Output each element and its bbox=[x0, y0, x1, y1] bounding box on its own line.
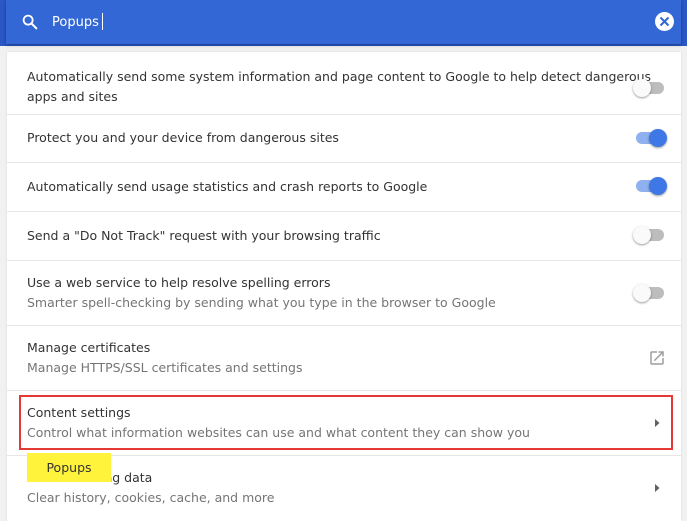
spelling-service-toggle[interactable] bbox=[633, 283, 667, 303]
toggle-knob bbox=[633, 79, 651, 97]
toggle-knob bbox=[633, 226, 651, 244]
setting-subtitle: Control what information websites can us… bbox=[27, 425, 530, 440]
setting-title: Manage certificates bbox=[27, 340, 151, 355]
setting-title: Automatically send some system informati… bbox=[27, 69, 652, 84]
do-not-track-toggle[interactable] bbox=[633, 225, 667, 245]
setting-title-continued: apps and sites bbox=[27, 89, 118, 104]
toggle-knob bbox=[649, 177, 667, 195]
setting-subtitle: Manage HTTPS/SSL certificates and settin… bbox=[27, 360, 303, 375]
setting-row-safe-browsing[interactable]: Protect you and your device from dangero… bbox=[7, 114, 681, 162]
setting-title: Use a web service to help resolve spelli… bbox=[27, 275, 331, 290]
external-link-icon[interactable] bbox=[648, 349, 666, 367]
close-icon bbox=[659, 16, 670, 27]
search-match-bubble: Popups bbox=[27, 453, 111, 482]
setting-row-do-not-track[interactable]: Send a "Do Not Track" request with your … bbox=[7, 211, 681, 260]
search-toolbar bbox=[0, 0, 687, 46]
chevron-right-icon bbox=[655, 419, 660, 427]
setting-title: Send a "Do Not Track" request with your … bbox=[27, 228, 381, 243]
text-cursor bbox=[102, 13, 103, 30]
setting-row-usage-statistics[interactable]: Automatically send usage statistics and … bbox=[7, 162, 681, 211]
setting-subtitle: Smarter spell-checking by sending what y… bbox=[27, 295, 496, 310]
toggle-knob bbox=[633, 284, 651, 302]
toggle-knob bbox=[649, 129, 667, 147]
safe-browsing-toggle[interactable] bbox=[633, 128, 667, 148]
setting-row-spelling-service[interactable]: Use a web service to help resolve spelli… bbox=[7, 260, 681, 325]
setting-title: Automatically send usage statistics and … bbox=[27, 179, 428, 194]
setting-row-manage-certificates[interactable]: Manage certificates Manage HTTPS/SSL cer… bbox=[7, 325, 681, 390]
setting-title: Protect you and your device from dangero… bbox=[27, 130, 339, 145]
settings-card: Automatically send some system informati… bbox=[7, 52, 681, 521]
setting-row-content-settings[interactable]: Content settings Control what informatio… bbox=[7, 390, 681, 455]
search-field-container bbox=[6, 0, 681, 44]
setting-row-extended-reporting[interactable]: Automatically send some system informati… bbox=[7, 52, 681, 114]
setting-title: Content settings bbox=[27, 405, 131, 420]
chevron-right-icon bbox=[655, 484, 660, 492]
search-input[interactable] bbox=[52, 11, 642, 33]
extended-reporting-toggle[interactable] bbox=[633, 78, 667, 98]
usage-statistics-toggle[interactable] bbox=[633, 176, 667, 196]
setting-subtitle: Clear history, cookies, cache, and more bbox=[27, 490, 275, 505]
clear-search-button[interactable] bbox=[655, 12, 674, 31]
search-icon bbox=[22, 14, 38, 30]
